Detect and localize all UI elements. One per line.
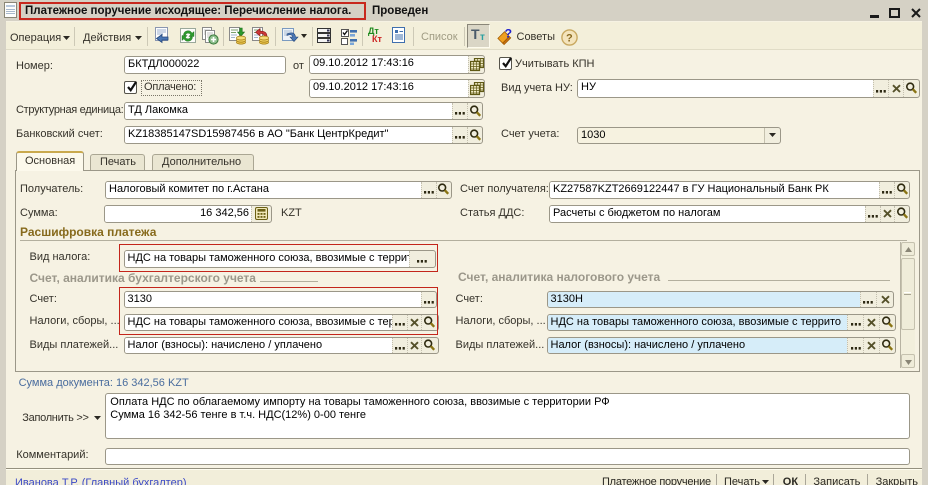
- svg-text:?: ?: [566, 33, 573, 45]
- svg-text:?: ?: [505, 26, 513, 40]
